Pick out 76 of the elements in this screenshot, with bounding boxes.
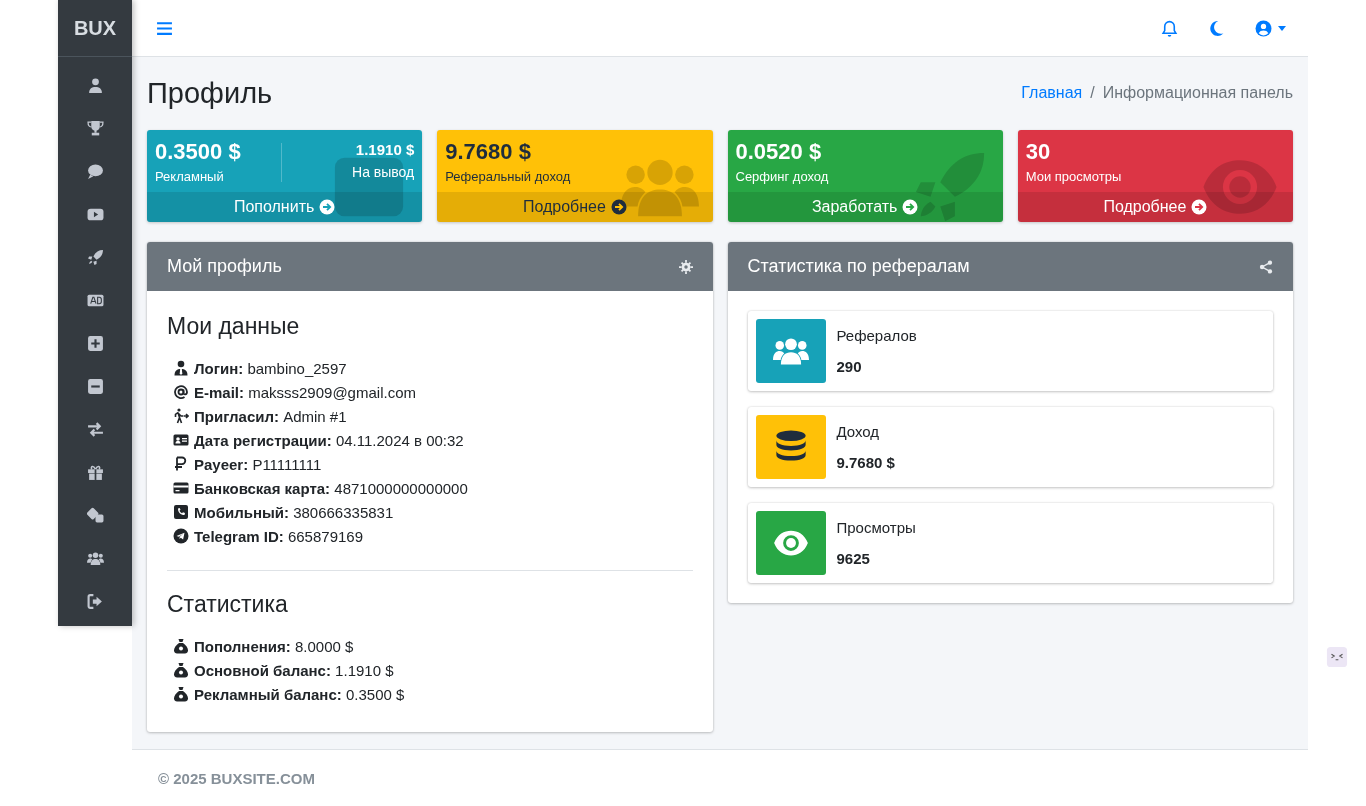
section-heading: Мои данные [167,313,301,340]
user-avatar-icon [1255,19,1272,37]
bag-icon [173,686,189,702]
exchange-icon [86,421,104,438]
phone-icon [173,504,189,520]
arrow-right-circle-icon [319,199,336,215]
breadcrumb-link[interactable]: Главная [1021,84,1083,102]
id-card-icon [173,432,189,448]
caret-icon [1278,25,1286,31]
stat-label: Доход [836,423,881,440]
video-icon [86,206,104,223]
settings-icon [678,259,693,274]
profile-field: E-mail: maksss2909@gmail.com [194,383,416,401]
bag-icon [173,638,189,654]
info-value: 1.1910 $ [355,141,415,158]
brand-logo[interactable]: BUX [73,16,117,40]
user-tie-icon [173,360,189,376]
info-value: 9.7680 $ [445,139,532,165]
info-label: На вывод [352,164,415,180]
profile-field: Рекламный баланс: 0.3500 $ [194,685,405,703]
info-value: 30 [1025,139,1052,165]
minus-icon [86,378,104,395]
moon-icon [1208,19,1225,37]
profile-field: Telegram ID: 665879169 [194,527,363,545]
profile-field: Дата регистрации: 04.11.2024 в 00:32 [194,431,464,449]
telegram-icon [173,528,189,544]
breadcrumb-current: Информационная панель [1102,84,1293,102]
card-icon [173,480,189,496]
logout-icon [86,593,104,610]
stat-label: Рефералов [836,327,917,344]
stat-value: 9625 [836,550,871,567]
settings-button[interactable] [676,257,695,276]
bell-icon [1161,19,1178,37]
profile-field: Основной баланс: 1.1910 $ [194,661,394,679]
profile-field: Мобильный: 380666335831 [194,503,394,521]
comment-icon [86,163,104,180]
arrow-right-circle-icon [1191,199,1208,215]
widget-icon[interactable] [1326,646,1348,668]
info-value: 0.0520 $ [735,139,823,165]
stat-label: Просмотры [836,519,916,536]
info-value: 0.3500 $ [155,139,241,165]
info-label: Рекламный [155,169,225,184]
user-icon [86,77,104,94]
menu-icon [156,19,173,37]
gift-icon [86,464,104,481]
breadcrumb-separator: / [1090,84,1095,102]
copyright-text: © 2025 BUXSITE.COM [158,769,315,787]
at-icon [173,384,189,400]
profile-field: Пополнения: 8.0000 $ [194,637,354,655]
share-icon [1259,259,1273,274]
info-box-link[interactable]: Пополнить [147,192,423,222]
plus-icon [86,335,104,352]
dice-icon [86,507,104,524]
ruble-icon [173,456,189,472]
stat-value: 290 [836,358,863,375]
arrow-right-circle-icon [610,199,627,215]
card-title: Мой профиль [167,256,282,277]
stat-value: 9.7680 $ [836,454,895,471]
info-box-link[interactable]: Подробнее [1017,192,1293,222]
section-heading: Статистика [167,591,289,618]
profile-field: Логин: bambino_2597 [194,359,347,377]
profile-field: Пригласил: Admin #1 [194,407,347,425]
users-icon [86,550,104,567]
ad-icon [86,292,104,309]
info-label: Реферальный доход [445,169,571,184]
trophy-icon [86,120,104,137]
profile-field: Payeer: P11111111 [194,455,322,473]
walk-icon [173,408,189,424]
page-title: Профиль [147,76,273,110]
card-title: Статистика по рефералам [747,256,970,277]
bag-icon [173,662,189,678]
profile-field: Банковская карта: 4871000000000000 [194,479,468,497]
rocket-icon [86,249,104,266]
arrow-right-circle-icon [902,199,919,215]
info-label: Серфинг доход [735,169,829,184]
info-label: Мои просмотры [1025,169,1122,184]
